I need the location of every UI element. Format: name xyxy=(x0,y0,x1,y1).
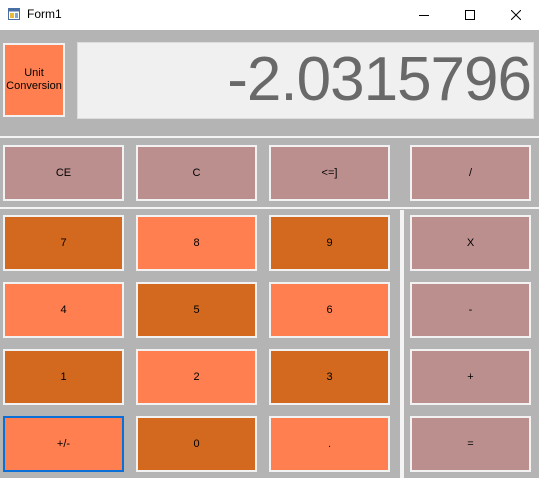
window-title: Form1 xyxy=(27,7,62,21)
digit-0-button[interactable]: 0 xyxy=(136,416,257,472)
digit-9-button[interactable]: 9 xyxy=(269,215,390,271)
display-value: -2.0315796 xyxy=(227,45,532,114)
digit-5-button[interactable]: 5 xyxy=(136,282,257,338)
maximize-button[interactable] xyxy=(447,0,493,30)
multiply-button[interactable]: X xyxy=(410,215,531,271)
app-icon xyxy=(8,8,20,20)
close-button[interactable] xyxy=(493,0,539,30)
subtract-button[interactable]: - xyxy=(410,282,531,338)
digit-3-button[interactable]: 3 xyxy=(269,349,390,405)
top-divider xyxy=(0,136,539,138)
minimize-icon xyxy=(419,15,429,16)
result-display: -2.0315796 xyxy=(77,42,534,119)
calculator-window: Form1 Unit Conversion -2.0315796 CE C <=… xyxy=(0,0,539,478)
digit-8-button[interactable]: 8 xyxy=(136,215,257,271)
negate-button[interactable]: +/- xyxy=(3,416,124,472)
digit-4-button[interactable]: 4 xyxy=(3,282,124,338)
digit-7-button[interactable]: 7 xyxy=(3,215,124,271)
divide-button[interactable]: / xyxy=(410,145,531,201)
backspace-button[interactable]: <=] xyxy=(269,145,390,201)
middle-divider xyxy=(0,207,539,209)
decimal-point-button[interactable]: . xyxy=(269,416,390,472)
digit-2-button[interactable]: 2 xyxy=(136,349,257,405)
clear-entry-button[interactable]: CE xyxy=(3,145,124,201)
maximize-icon xyxy=(465,10,475,20)
digit-1-button[interactable]: 1 xyxy=(3,349,124,405)
add-button[interactable]: + xyxy=(410,349,531,405)
title-bar: Form1 xyxy=(0,0,539,30)
unit-conversion-button[interactable]: Unit Conversion xyxy=(3,43,65,117)
clear-button[interactable]: C xyxy=(136,145,257,201)
close-icon xyxy=(511,10,521,20)
operator-divider xyxy=(400,210,404,478)
equals-button[interactable]: = xyxy=(410,416,531,472)
minimize-button[interactable] xyxy=(401,0,447,30)
digit-6-button[interactable]: 6 xyxy=(269,282,390,338)
